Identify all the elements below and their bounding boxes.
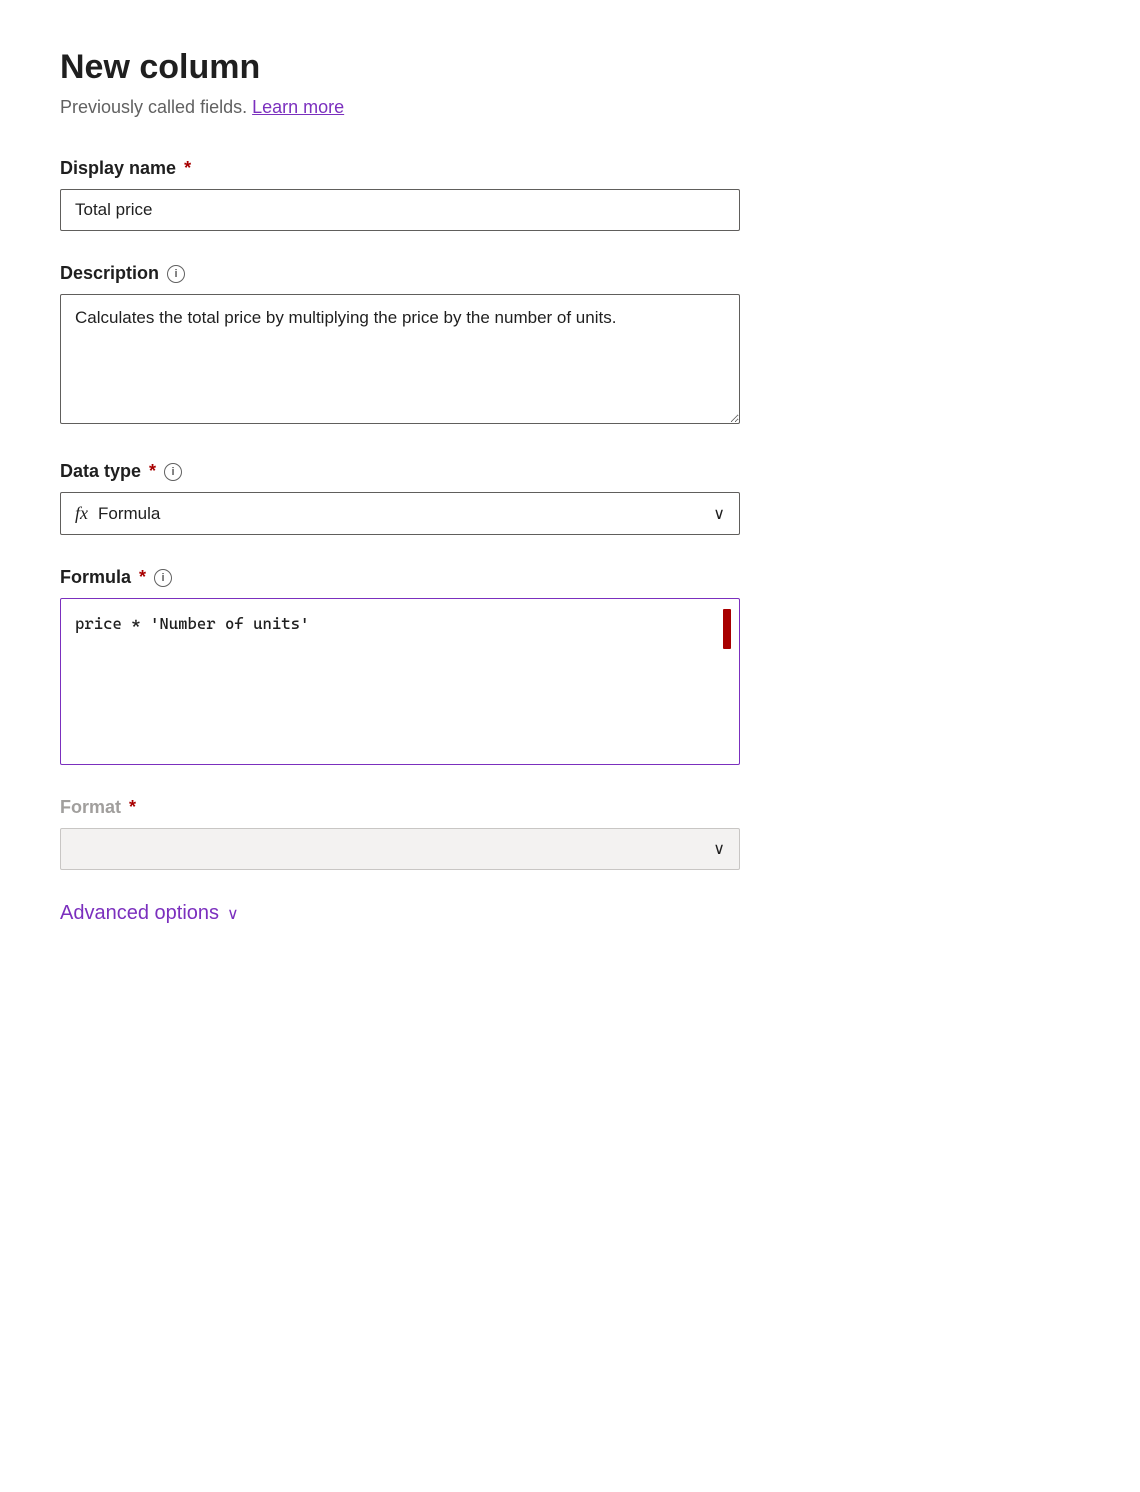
advanced-options-section[interactable]: Advanced options ∨ — [60, 902, 1080, 925]
data-type-select[interactable]: fx Formula ∨ — [60, 492, 740, 535]
formula-info-icon[interactable]: i — [154, 569, 172, 587]
formula-required: * — [139, 567, 146, 588]
data-type-chevron-icon: ∨ — [713, 504, 725, 524]
subtitle-text: Previously called fields. — [60, 97, 247, 117]
format-required: * — [129, 797, 136, 818]
display-name-section: Display name * — [60, 158, 1080, 231]
description-label: Description i — [60, 263, 1080, 284]
format-select[interactable]: ∨ — [60, 828, 740, 870]
description-info-icon[interactable]: i — [167, 265, 185, 283]
format-chevron-icon: ∨ — [713, 839, 725, 859]
data-type-info-icon[interactable]: i — [164, 463, 182, 481]
data-type-required: * — [149, 461, 156, 482]
description-section: Description i Calculates the total price… — [60, 263, 1080, 429]
formula-error-indicator — [723, 609, 731, 649]
page-subtitle: Previously called fields. Learn more — [60, 97, 1080, 118]
description-input[interactable]: Calculates the total price by multiplyin… — [60, 294, 740, 424]
advanced-options-label: Advanced options — [60, 902, 219, 925]
formula-section: Formula * i price * 'Number of units' — [60, 567, 1080, 765]
advanced-options-chevron-icon: ∨ — [227, 904, 239, 924]
data-type-label: Data type * i — [60, 461, 1080, 482]
display-name-required: * — [184, 158, 191, 179]
display-name-label: Display name * — [60, 158, 1080, 179]
format-section: Format * ∨ — [60, 797, 1080, 870]
formula-input[interactable]: price * 'Number of units' — [61, 599, 739, 759]
learn-more-link[interactable]: Learn more — [252, 97, 344, 117]
data-type-value: Formula — [98, 504, 713, 524]
page-title: New column — [60, 48, 1080, 87]
formula-fx-icon: fx — [75, 503, 88, 524]
data-type-section: Data type * i fx Formula ∨ — [60, 461, 1080, 535]
formula-wrapper: price * 'Number of units' — [60, 598, 740, 765]
format-label: Format * — [60, 797, 1080, 818]
formula-label: Formula * i — [60, 567, 1080, 588]
display-name-input[interactable] — [60, 189, 740, 231]
